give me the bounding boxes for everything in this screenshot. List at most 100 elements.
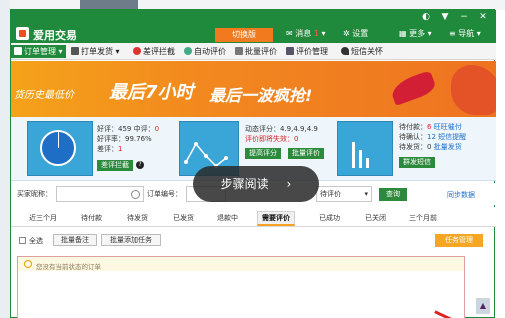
chevron-down-icon: ▾ — [321, 29, 326, 38]
stat-value: 0 — [427, 143, 432, 151]
good-review-stat: 好评：459 中评：0 — [97, 125, 159, 134]
stat-label: 差评： — [97, 145, 118, 153]
banner-shoe-image — [388, 70, 438, 106]
good-rate-stat: 好评率：99.76% — [97, 135, 152, 144]
banner-sub-text: 货历史最低价 — [14, 90, 74, 101]
tab-pending-payment[interactable]: 待付款 — [81, 213, 102, 223]
version-switch-button[interactable]: 切换版 — [215, 28, 273, 42]
batch-note-button[interactable]: 批量备注 — [53, 234, 97, 246]
review-pie-chart — [27, 121, 93, 176]
tool-auto-review[interactable]: 自动评价 — [184, 45, 226, 58]
buyer-nick-input[interactable] — [56, 186, 144, 202]
step-reading-overlay[interactable]: 步骤阅读 › — [193, 166, 319, 202]
more-label: 更多 — [409, 29, 426, 38]
review-manage-icon — [286, 47, 294, 55]
scroll-to-top-button[interactable]: ▲ — [476, 298, 490, 314]
print-icon — [71, 47, 79, 55]
nav-button[interactable]: ≡ 导航 ▾ — [449, 29, 481, 39]
settings-label: 设置 — [352, 29, 369, 38]
promo-banner[interactable]: 货历史最低价 最后7小时 最后一波疯抢! — [11, 61, 496, 117]
raise-score-button[interactable]: 提高评分 — [245, 148, 281, 159]
mail-icon: ✉ — [286, 29, 293, 38]
close-icon[interactable]: ✕ — [477, 12, 489, 22]
tab-last-three-months[interactable]: 近三个月 — [29, 213, 57, 223]
tool-sms-care[interactable]: 短信关怀 — [341, 45, 383, 58]
select-value: 待评价 — [320, 190, 341, 198]
grid-icon: ▦ — [399, 29, 407, 38]
settings-button[interactable]: ✲ 设置 — [343, 29, 368, 39]
select-all-label: 全选 — [29, 237, 43, 245]
menu-icon: ≡ — [449, 29, 456, 38]
chevron-down-icon: ▾ — [427, 29, 432, 38]
select-all-checkbox[interactable] — [19, 237, 26, 244]
tool-order-manage[interactable]: 订单管理 ▾ — [11, 45, 66, 58]
app-title: 爱用交易 — [33, 29, 77, 42]
stat-value: 0 — [154, 125, 160, 133]
pending-confirm-stat: 待确认：12 短信提醒 — [399, 133, 466, 142]
bad-review-stat: 差评：1 — [97, 145, 122, 154]
action-row: 全选 批量备注 批量添加任务 任务管理 — [11, 228, 496, 252]
order-list-empty: 您没有当前状态的订单 — [17, 256, 465, 318]
auto-review-icon — [184, 47, 192, 55]
query-button[interactable]: 查询 — [379, 188, 407, 201]
wangwang-remind-link[interactable]: 旺旺催付 — [434, 123, 462, 131]
empty-message: 您没有当前状态的订单 — [36, 263, 101, 271]
banner-main-text-2: 最后一波疯抢! — [209, 86, 313, 105]
batch-ship-link[interactable]: 批量发货 — [434, 143, 462, 151]
more-button[interactable]: ▦ 更多 ▾ — [399, 29, 432, 39]
tool-batch-review[interactable]: 批量评价 — [235, 45, 277, 58]
tab-refunding[interactable]: 退款中 — [217, 213, 238, 223]
stat-label: 待付款： — [399, 123, 427, 131]
search-icon — [131, 190, 140, 199]
tool-label: 批量评价 — [245, 47, 277, 56]
stat-label: 待发货： — [399, 143, 427, 151]
bad-review-intercept-button[interactable]: 差评拦截 — [97, 160, 133, 171]
stat-label: 好评率： — [97, 135, 125, 143]
tab-need-review[interactable]: 需要评价 — [257, 211, 295, 226]
sync-data-link[interactable]: 同步数据 — [447, 190, 475, 200]
nav-label: 导航 — [458, 29, 475, 38]
stat-value: 12 — [427, 133, 436, 141]
banner-main-text: 最后7小时 — [109, 82, 194, 103]
bar-chart-icon — [352, 142, 369, 168]
help-icon[interactable]: ? — [136, 161, 144, 169]
stat-value: 459 — [118, 125, 132, 133]
stat-value: 99.76% — [125, 135, 152, 143]
desktop-left-strip — [0, 0, 10, 318]
skin-icon[interactable]: ◐ — [420, 12, 432, 22]
minimize-icon[interactable]: − — [458, 12, 470, 22]
chevron-right-icon: › — [286, 177, 292, 191]
tool-label: 评价管理 — [296, 47, 328, 56]
tool-review-manage[interactable]: 评价管理 — [286, 45, 328, 58]
block-icon — [133, 47, 141, 55]
chevron-down-icon: ▾ — [364, 190, 368, 198]
tab-closed[interactable]: 已关闭 — [365, 213, 386, 223]
tool-label: 自动评价 — [194, 47, 226, 56]
tab-shipped[interactable]: 已发货 — [173, 213, 194, 223]
pin-icon[interactable]: ▼ — [439, 12, 451, 22]
order-icon — [14, 47, 22, 55]
heart-icon — [341, 47, 349, 55]
tool-print-ship[interactable]: 打单发货 ▾ — [71, 45, 120, 58]
tool-bad-review-block[interactable]: 差评拦截 — [133, 45, 175, 58]
tab-pending-shipment[interactable]: 待发货 — [127, 213, 148, 223]
app-logo-icon — [16, 27, 29, 40]
stat-label: 中评： — [131, 125, 155, 133]
mass-sms-button[interactable]: 群发短信 — [399, 157, 435, 168]
stat-label: 待确认： — [399, 133, 427, 141]
tab-succeeded[interactable]: 已成功 — [319, 213, 340, 223]
overlay-text: 步骤阅读 — [220, 177, 269, 191]
tool-label: 差评拦截 — [143, 47, 175, 56]
review-status-select[interactable]: 待评价 ▾ — [316, 186, 372, 202]
screenshot-root: ◐ ▼ − ✕ 爱用交易 切换版 ✉ 消息 1 ▾ ✲ 设置 ▦ 更多 ▾ ≡ … — [0, 0, 505, 318]
tab-three-months-ago[interactable]: 三个月前 — [409, 213, 437, 223]
message-button[interactable]: ✉ 消息 1 ▾ — [286, 29, 325, 39]
sms-remind-link[interactable]: 短信提醒 — [438, 133, 466, 141]
chevron-down-icon: ▾ — [476, 29, 481, 38]
expiring-review-stat: 评价即将失效：0 — [245, 135, 299, 143]
task-manage-button[interactable]: 任务管理 — [435, 234, 483, 247]
batch-review-button[interactable]: 批量评价 — [288, 148, 324, 159]
stat-label: 好评： — [97, 125, 118, 133]
batch-add-task-button[interactable]: 批量添加任务 — [101, 234, 161, 246]
pie-icon — [40, 130, 76, 166]
